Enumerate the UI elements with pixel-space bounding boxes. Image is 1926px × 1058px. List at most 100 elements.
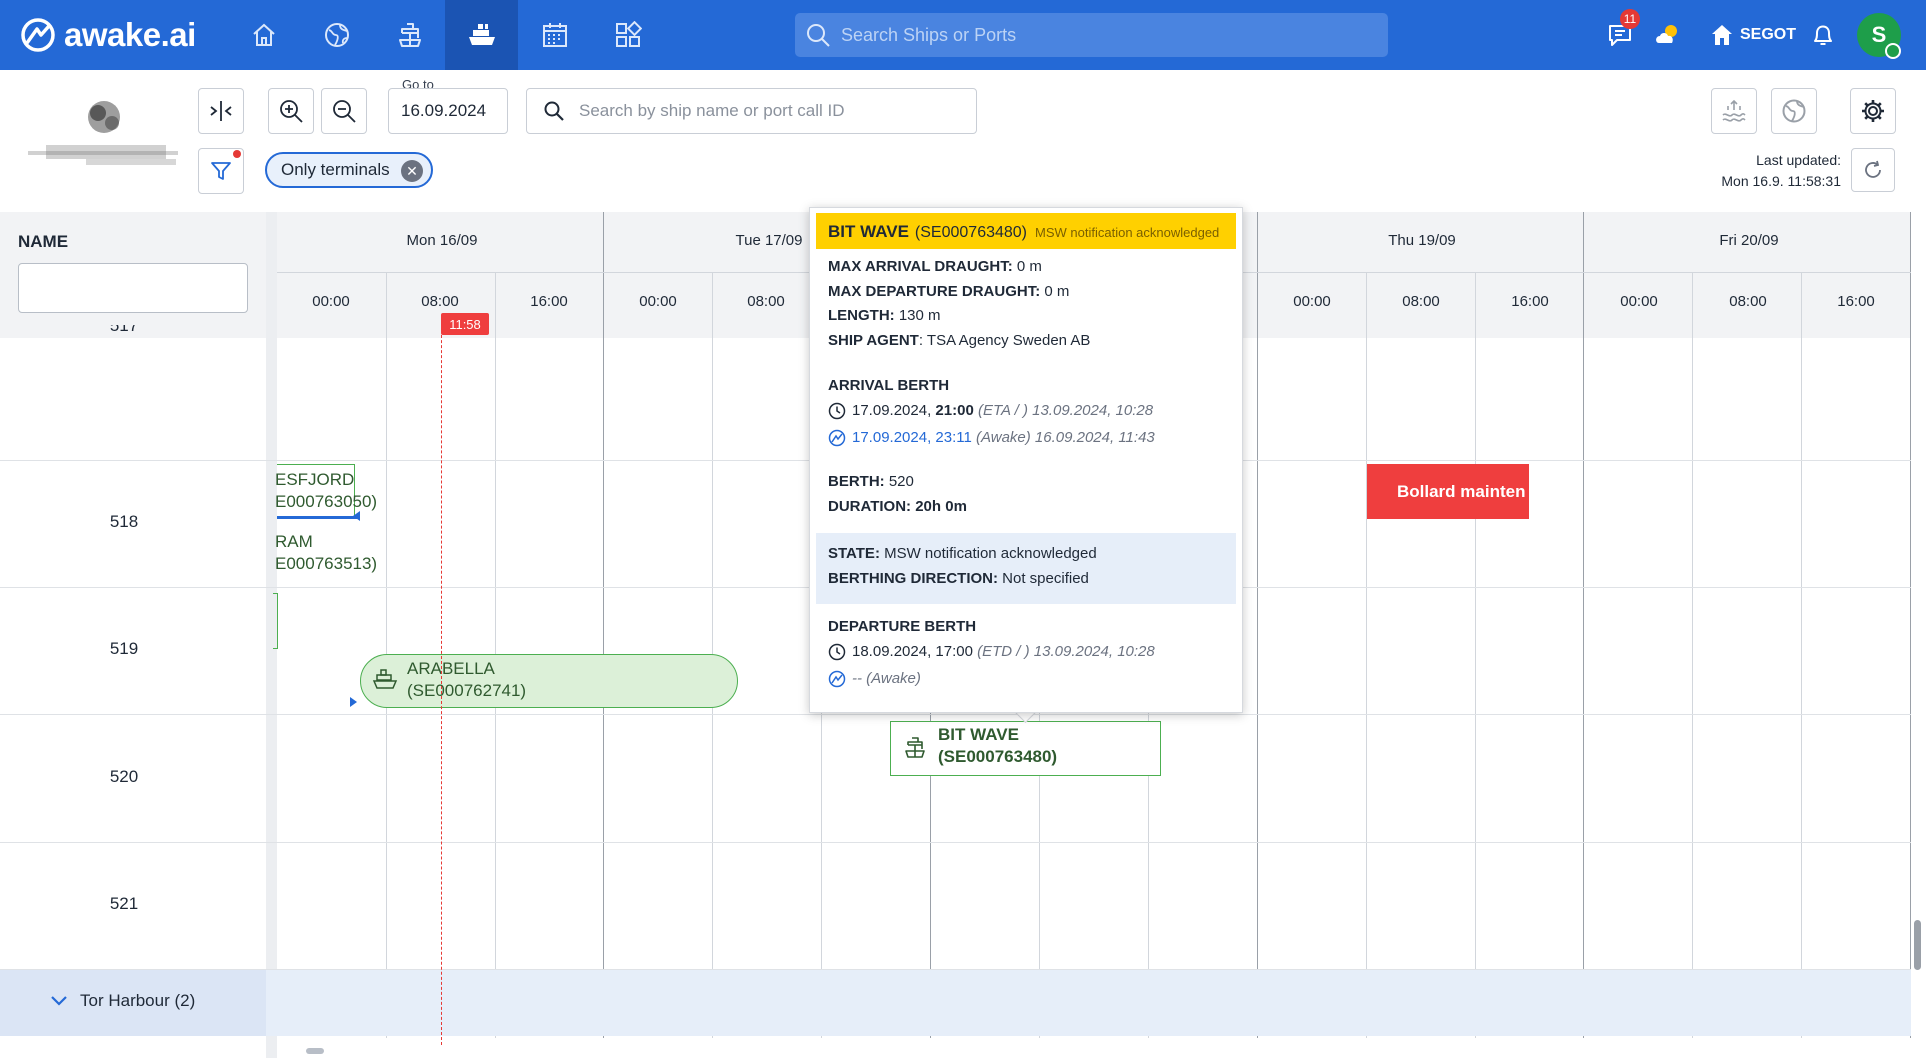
- zoom-out-button[interactable]: [321, 88, 367, 134]
- departure-berth-title: DEPARTURE BERTH: [828, 618, 977, 635]
- berth-row-label: 519: [109, 639, 139, 658]
- ship-search[interactable]: [526, 88, 977, 134]
- last-updated-label: Last updated:: [1756, 152, 1841, 168]
- hour-divider: [1692, 272, 1693, 1038]
- tide-icon: [1722, 99, 1746, 122]
- ship-search-input[interactable]: [577, 100, 961, 122]
- globe-icon: [325, 23, 349, 47]
- remove-filter-icon[interactable]: ✕: [401, 160, 423, 182]
- vessel-progress-underline: [277, 516, 357, 519]
- hour-label: 16:00: [1837, 293, 1875, 310]
- awake-prediction-icon: [828, 429, 846, 447]
- awake-logo[interactable]: awake.ai: [20, 15, 196, 55]
- row-divider: [0, 842, 1911, 843]
- group-toggle[interactable]: Tor Harbour (2): [50, 991, 195, 1011]
- day-label: Tue 17/09: [735, 232, 803, 249]
- home-filled-icon: [1711, 25, 1732, 45]
- departure-etd: 18.09.2024, 17:00 (ETD / ) 13.09.2024, 1…: [828, 643, 1155, 661]
- hour-label: 16:00: [530, 293, 568, 310]
- port-code: SEGOT: [1739, 26, 1796, 43]
- nav-ships[interactable]: [374, 0, 446, 70]
- port-logo-icon: [28, 101, 178, 165]
- arrival-marker-icon: [350, 697, 357, 707]
- refresh-button[interactable]: [1851, 148, 1895, 192]
- ship-at-berth-icon: [372, 668, 398, 692]
- horizontal-scrollbar[interactable]: [306, 1048, 324, 1054]
- tooltip-vessel-id: (SE000763480): [914, 224, 1028, 241]
- day-label: Fri 20/09: [1719, 232, 1779, 249]
- day-divider: [1910, 212, 1911, 1038]
- zoom-out-icon: [333, 100, 356, 123]
- settings-button[interactable]: [1850, 88, 1896, 134]
- globe-icon: [1782, 99, 1806, 123]
- group-row-tor-harbour: [0, 970, 1911, 1036]
- hour-divider: [1366, 272, 1367, 1038]
- day-divider: [1257, 212, 1258, 1038]
- filter-chip-only-terminals[interactable]: Only terminals ✕: [265, 152, 433, 188]
- filter-chip-label: Only terminals: [281, 160, 390, 179]
- max-arrival-draught: MAX ARRIVAL DRAUGHT: 0 m: [828, 258, 1042, 275]
- max-departure-draught: MAX DEPARTURE DRAUGHT: 0 m: [828, 283, 1070, 300]
- vessel-name: ARABELLA: [407, 659, 495, 678]
- vessel-id: (SE000762741): [407, 681, 527, 700]
- tide-button[interactable]: [1711, 88, 1757, 134]
- vessel-label-ram[interactable]: RAM E000763513): [275, 531, 377, 575]
- port-selector[interactable]: SEGOT: [1698, 0, 1808, 70]
- day-divider: [1583, 212, 1584, 1038]
- global-search-input[interactable]: [839, 23, 1363, 47]
- ship-icon: [904, 736, 926, 760]
- hour-label: 00:00: [312, 293, 350, 310]
- collapse-horizontal-icon: [210, 101, 232, 121]
- vessel-bar-partial[interactable]: [273, 593, 278, 649]
- ship-icon: [399, 23, 421, 47]
- refresh-icon: [1865, 160, 1881, 178]
- clock-icon: [828, 643, 846, 661]
- berthing-direction: BERTHING DIRECTION: Not specified: [828, 570, 1089, 587]
- notifications-button[interactable]: [1805, 0, 1841, 70]
- name-filter-input[interactable]: [18, 263, 248, 313]
- vessel-label-bit-wave: BIT WAVE (SE000763480): [938, 724, 1057, 768]
- tooltip-status-badge: MSW notification acknowledged: [1035, 225, 1220, 240]
- nav-calendar[interactable]: [519, 0, 591, 70]
- hour-label: 00:00: [639, 293, 677, 310]
- gear-icon: [1862, 100, 1884, 122]
- maintenance-event-bar[interactable]: Bollard mainten: [1367, 464, 1529, 519]
- apps-icon: [616, 21, 642, 47]
- tooltip-vessel-name: BIT WAVE: [828, 222, 909, 241]
- berth-number: 517: [109, 325, 139, 335]
- hour-label: 16:00: [1511, 293, 1549, 310]
- zoom-in-button[interactable]: [268, 88, 314, 134]
- nav-home[interactable]: [228, 0, 300, 70]
- collapse-rows-button[interactable]: [198, 88, 244, 134]
- map-button[interactable]: [1771, 88, 1817, 134]
- last-updated-value: Mon 16.9. 11:58:31: [1721, 173, 1841, 189]
- row-divider: [0, 714, 1911, 715]
- global-search[interactable]: [795, 13, 1388, 57]
- berth-duration: DURATION: 20h 0m: [828, 498, 967, 515]
- nav-apps[interactable]: [592, 0, 664, 70]
- berth-row-label: 521: [109, 894, 139, 913]
- messages-count-badge: 11: [1620, 9, 1640, 29]
- nav-globe[interactable]: [301, 0, 373, 70]
- vertical-scrollbar[interactable]: [1914, 920, 1921, 970]
- port-logo: [26, 95, 186, 185]
- vessel-id: E000763050): [275, 492, 378, 511]
- weather-button[interactable]: [1648, 0, 1688, 70]
- vessel-name: RAM: [275, 532, 313, 551]
- goto-date-input[interactable]: 16.09.2024: [388, 88, 508, 134]
- arrival-marker-icon: [353, 511, 360, 521]
- departure-awake-prediction: -- (Awake): [828, 670, 921, 688]
- hour-label: 00:00: [1293, 293, 1331, 310]
- hour-divider: [1475, 272, 1476, 1038]
- awake-prediction-icon: [828, 670, 846, 688]
- day-label: Mon 16/09: [406, 232, 478, 249]
- brand-name: awake.ai: [64, 16, 196, 53]
- hour-label: 08:00: [1729, 293, 1767, 310]
- calendar-icon: [543, 23, 567, 47]
- messages-button[interactable]: 11: [1600, 0, 1640, 70]
- bell-icon: [1814, 25, 1832, 45]
- nav-berth-planning[interactable]: [445, 0, 518, 70]
- berth-ship-icon: [468, 24, 495, 45]
- arrival-awake-prediction: 17.09.2024, 23:11 (Awake) 16.09.2024, 11…: [828, 429, 1155, 447]
- vessel-label-esfjord: ESFJORD E000763050): [275, 469, 377, 513]
